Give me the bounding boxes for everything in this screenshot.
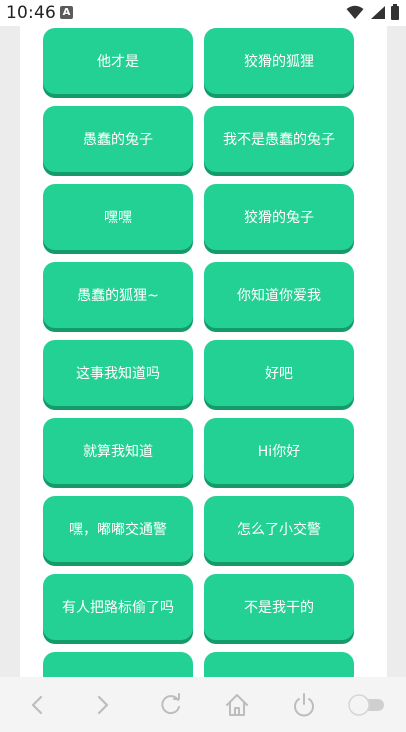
home-icon[interactable]	[223, 691, 251, 719]
signal-icon	[371, 6, 385, 19]
wifi-icon	[346, 5, 364, 19]
content-frame: 他才是 狡猾的狐狸 愚蠢的兔子 我不是愚蠢的兔子 嘿嘿 狡猾的兔子 愚蠢的狐狸~…	[20, 26, 387, 677]
phrase-button[interactable]	[43, 652, 193, 677]
phrase-button[interactable]: 好吧	[204, 340, 354, 406]
bottom-navigation-bar	[0, 677, 406, 732]
phrase-button[interactable]: 愚蠢的狐狸~	[43, 262, 193, 328]
phrase-button[interactable]: 狡猾的兔子	[204, 184, 354, 250]
phrase-button[interactable]: 就算我知道	[43, 418, 193, 484]
phrase-button[interactable]: 你知道你爱我	[204, 262, 354, 328]
phrase-button[interactable]: 怎么了小交警	[204, 496, 354, 562]
forward-icon[interactable]	[89, 691, 117, 719]
phrase-button[interactable]: 有人把路标偷了吗	[43, 574, 193, 640]
phrase-button[interactable]: Hi你好	[204, 418, 354, 484]
phrase-button[interactable]: 嘿嘿	[43, 184, 193, 250]
phrase-button[interactable]: 愚蠢的兔子	[43, 106, 193, 172]
refresh-icon[interactable]	[157, 691, 185, 719]
phrase-button[interactable]: 他才是	[43, 28, 193, 94]
power-icon[interactable]	[290, 691, 318, 719]
notification-a-icon: A	[60, 6, 73, 19]
battery-icon	[391, 4, 399, 20]
phrase-button[interactable]	[204, 652, 354, 677]
back-icon[interactable]	[23, 691, 51, 719]
phrase-button[interactable]: 这事我知道吗	[43, 340, 193, 406]
phrase-button[interactable]: 狡猾的狐狸	[204, 28, 354, 94]
phrase-button[interactable]: 不是我干的	[204, 574, 354, 640]
phrase-button[interactable]: 我不是愚蠢的兔子	[204, 106, 354, 172]
status-bar: 10:46 A	[0, 0, 406, 26]
toggle-switch-icon[interactable]	[346, 691, 388, 719]
status-time: 10:46	[6, 3, 56, 23]
phrase-button[interactable]: 嘿，嘟嘟交通警	[43, 496, 193, 562]
